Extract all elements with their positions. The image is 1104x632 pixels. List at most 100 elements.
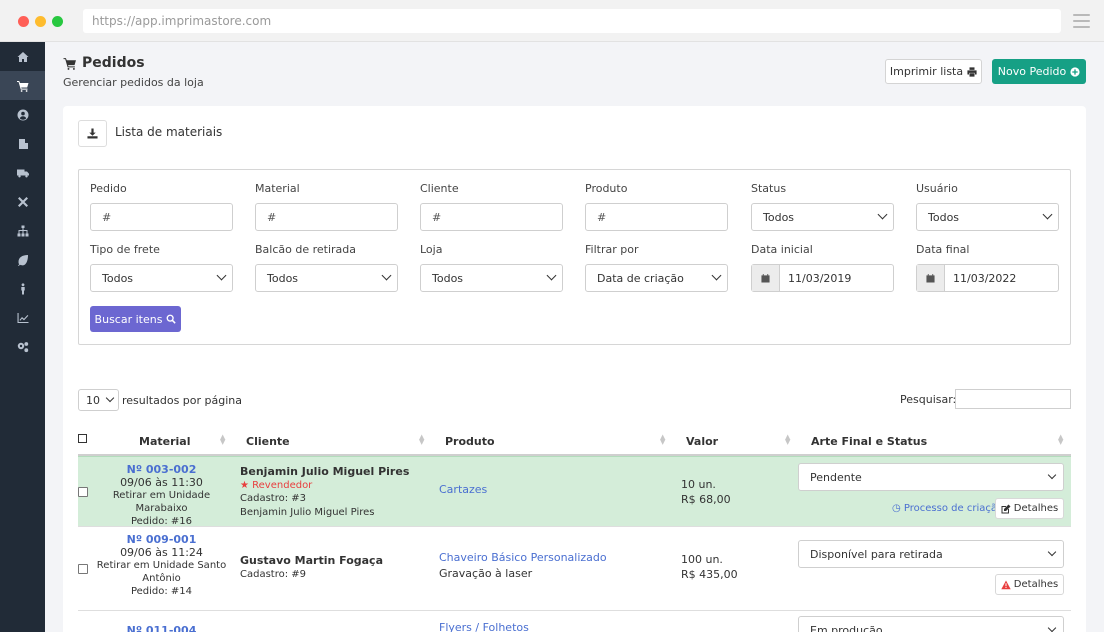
client-cell: Gustavo Martin Fogaça Cadastro: #9 bbox=[240, 554, 383, 581]
pickup-location: Retirar em Unidade Marabaixo bbox=[112, 490, 211, 514]
column-header-produto[interactable]: Produto bbox=[445, 435, 495, 448]
filter-usuario-select[interactable]: Todos bbox=[916, 203, 1059, 231]
status-select[interactable]: Disponível para retirada bbox=[798, 540, 1064, 568]
product-link[interactable]: Cartazes bbox=[439, 482, 487, 498]
maximize-window-dot[interactable] bbox=[52, 16, 63, 27]
sidebar-item-configuracoes[interactable] bbox=[0, 332, 45, 361]
sort-icon[interactable]: ▲ ▼ bbox=[660, 434, 665, 446]
calendar-icon bbox=[917, 265, 945, 291]
sort-icon[interactable]: ▲ ▼ bbox=[419, 434, 424, 446]
building-icon bbox=[18, 138, 28, 149]
filter-usuario-value: Todos bbox=[928, 211, 960, 224]
per-page-select[interactable]: 10 bbox=[78, 389, 119, 411]
filter-pedido-input[interactable]: # bbox=[90, 203, 233, 231]
main-content: Pedidos Gerenciar pedidos da loja Imprim… bbox=[45, 42, 1104, 632]
sidebar-item-estrutura[interactable] bbox=[0, 216, 45, 245]
status-select[interactable]: Pendente bbox=[798, 463, 1064, 491]
filter-filtrar-select[interactable]: Data de criação bbox=[585, 264, 728, 292]
new-order-label: Novo Pedido bbox=[997, 65, 1067, 78]
filter-balcao-value: Todos bbox=[267, 272, 299, 285]
filter-data-inicial-input[interactable]: 11/03/2019 bbox=[751, 264, 894, 292]
page-title: Pedidos bbox=[63, 55, 145, 71]
chevron-down-icon bbox=[216, 270, 227, 281]
calendar-icon bbox=[752, 265, 780, 291]
sidebar-item-pessoas[interactable] bbox=[0, 274, 45, 303]
filter-data-final-input[interactable]: 11/03/2022 bbox=[916, 264, 1059, 292]
status-select[interactable]: Em produção bbox=[798, 616, 1064, 632]
user-circle-icon bbox=[17, 109, 28, 120]
page-subtitle: Gerenciar pedidos da loja bbox=[63, 76, 204, 89]
material-date: 09/06 às 11:24 bbox=[120, 546, 203, 559]
details-label: Detalhes bbox=[1013, 503, 1059, 514]
search-items-button[interactable]: Buscar itens bbox=[90, 306, 181, 332]
new-order-button[interactable]: Novo Pedido bbox=[992, 59, 1086, 84]
client-name: Gustavo Martin Fogaça bbox=[240, 554, 383, 567]
sort-icon[interactable]: ▲ ▼ bbox=[220, 434, 225, 446]
filter-data-inicial-label: Data inicial bbox=[751, 243, 813, 256]
sidebar-item-entregas[interactable] bbox=[0, 158, 45, 187]
product-link[interactable]: Chaveiro Básico Personalizado bbox=[439, 550, 607, 566]
client-name: Benjamin Julio Miguel Pires bbox=[240, 465, 410, 478]
cogs-icon bbox=[17, 341, 28, 352]
close-window-dot[interactable] bbox=[18, 16, 29, 27]
filter-loja-select[interactable]: Todos bbox=[420, 264, 563, 292]
clock-icon: ◷ bbox=[892, 503, 901, 514]
filter-frete-value: Todos bbox=[102, 272, 134, 285]
star-icon: ★ bbox=[240, 479, 249, 491]
chart-line-icon bbox=[17, 312, 28, 323]
material-number-link[interactable]: Nº 009-001 bbox=[87, 533, 236, 546]
table-row: Nº 003-002 09/06 às 11:30 Retirar em Uni… bbox=[78, 456, 1071, 527]
column-header-valor[interactable]: Valor bbox=[686, 435, 718, 448]
product-cell: Chaveiro Básico Personalizado Gravação à… bbox=[439, 550, 607, 582]
details-button[interactable]: Detalhes bbox=[995, 498, 1064, 519]
details-button[interactable]: Detalhes bbox=[995, 574, 1064, 595]
filter-produto-label: Produto bbox=[585, 182, 628, 195]
chevron-down-icon bbox=[105, 393, 115, 403]
creation-process-link[interactable]: ◷ Processo de criação bbox=[892, 503, 1003, 514]
sort-icon[interactable]: ▲ ▼ bbox=[1058, 434, 1063, 446]
column-header-status[interactable]: Arte Final e Status bbox=[811, 435, 927, 448]
chevron-down-icon bbox=[546, 270, 557, 281]
home-icon bbox=[17, 51, 28, 62]
column-header-material[interactable]: Material bbox=[139, 435, 190, 448]
chevron-down-icon bbox=[1047, 623, 1057, 632]
filter-filtrar-value: Data de criação bbox=[597, 272, 684, 285]
cart-icon bbox=[63, 57, 76, 70]
sidebar-item-sustentabilidade[interactable] bbox=[0, 245, 45, 274]
sidebar-item-usuarios[interactable] bbox=[0, 100, 45, 129]
filter-produto-input[interactable]: # bbox=[585, 203, 728, 231]
sidebar-item-relatorios[interactable] bbox=[0, 303, 45, 332]
per-page-label: resultados por página bbox=[122, 394, 243, 407]
print-list-button[interactable]: Imprimir lista bbox=[885, 59, 982, 84]
filter-status-select[interactable]: Todos bbox=[751, 203, 894, 231]
menu-icon[interactable] bbox=[1073, 14, 1090, 32]
truck-icon bbox=[16, 169, 29, 177]
column-header-cliente[interactable]: Cliente bbox=[246, 435, 290, 448]
product-link[interactable]: Flyers / Folhetos bbox=[439, 620, 529, 632]
download-button[interactable] bbox=[78, 120, 107, 147]
minimize-window-dot[interactable] bbox=[35, 16, 46, 27]
client-cell: Benjamin Julio Miguel Pires ★ Revendedor… bbox=[240, 465, 409, 519]
url-bar[interactable]: https://app.imprimastore.com bbox=[83, 9, 1061, 33]
price: R$ 435,00 bbox=[681, 568, 738, 581]
table-search-input[interactable] bbox=[955, 389, 1071, 409]
value-cell: 10 un. R$ 68,00 bbox=[681, 477, 731, 507]
sidebar-item-pedidos[interactable] bbox=[0, 71, 45, 100]
sidebar-item-empresas[interactable] bbox=[0, 129, 45, 158]
select-all-checkbox[interactable] bbox=[78, 434, 87, 443]
filter-balcao-select[interactable]: Todos bbox=[255, 264, 398, 292]
filter-frete-select[interactable]: Todos bbox=[90, 264, 233, 292]
filter-cliente-input[interactable]: # bbox=[420, 203, 563, 231]
material-number-link[interactable]: Nº 003-002 bbox=[87, 463, 236, 476]
print-list-label: Imprimir lista bbox=[889, 65, 964, 78]
sidebar-item-ferramentas[interactable] bbox=[0, 187, 45, 216]
reseller-badge: ★ Revendedor bbox=[240, 479, 409, 493]
filter-material-input[interactable]: # bbox=[255, 203, 398, 231]
price: R$ 68,00 bbox=[681, 493, 731, 506]
sort-icon[interactable]: ▲ ▼ bbox=[785, 434, 790, 446]
quantity: 100 un. bbox=[681, 553, 723, 566]
material-number-link[interactable]: Nº 011-004 bbox=[87, 624, 236, 632]
search-icon bbox=[167, 314, 177, 324]
sidebar-item-home[interactable] bbox=[0, 42, 45, 71]
pickup-location: Retirar em Unidade Santo bbox=[96, 560, 227, 571]
